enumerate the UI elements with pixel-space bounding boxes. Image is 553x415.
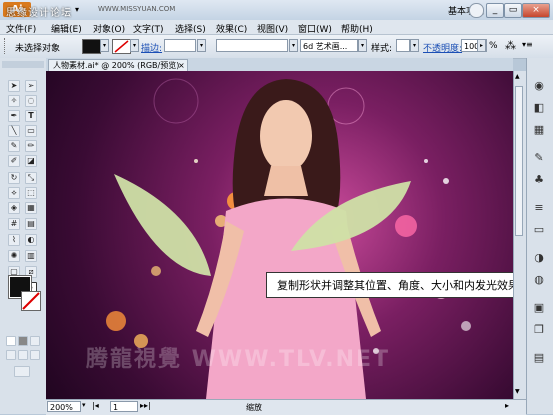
close-button[interactable]: ×: [522, 3, 550, 18]
panel-grip[interactable]: [4, 38, 8, 54]
artboard-canvas[interactable]: 腾龍視覺 WWW.TLV.NET: [46, 71, 513, 399]
canvas-watermark: 腾龍視覺 WWW.TLV.NET: [86, 347, 391, 372]
graphic-styles-icon[interactable]: ▣: [530, 300, 548, 316]
draw-inside-icon[interactable]: [30, 350, 40, 360]
selection-tool-icon[interactable]: ➤: [8, 80, 20, 92]
fill-color-swatch[interactable]: [82, 39, 101, 54]
stroke-weight-arrow[interactable]: ▾: [197, 39, 206, 52]
selection-status: 未选择对象: [15, 44, 61, 54]
eraser-tool-icon[interactable]: ◪: [25, 155, 37, 167]
width-tool-icon[interactable]: ⟡: [8, 187, 20, 199]
swatches-panel-icon[interactable]: ▦: [530, 122, 548, 138]
profile-dropdown-arrow[interactable]: ▾: [289, 39, 298, 52]
mesh-tool-icon[interactable]: #: [8, 218, 20, 230]
panel-menu-icon[interactable]: ▾≡: [522, 40, 533, 49]
next-page-icon[interactable]: ▸▸|: [140, 401, 151, 410]
appearance-panel-icon[interactable]: ◍: [530, 272, 548, 288]
gradient-panel-icon[interactable]: ▭: [530, 222, 548, 238]
paintbrush-tool-icon[interactable]: ✎: [8, 140, 20, 152]
menu-effect[interactable]: 效果(C): [216, 22, 247, 35]
menu-edit[interactable]: 编辑(E): [51, 22, 82, 35]
perspective-grid-tool-icon[interactable]: ▦: [25, 202, 37, 214]
gradient-tool-icon[interactable]: ▤: [25, 218, 37, 230]
style-label: 样式:: [371, 44, 393, 54]
magic-wand-tool-icon[interactable]: ✧: [8, 95, 20, 107]
stroke-weight-field[interactable]: [164, 39, 196, 52]
opacity-arrow[interactable]: ▸: [477, 39, 486, 52]
page-field[interactable]: 1: [110, 401, 138, 412]
opacity-link[interactable]: 不透明度:: [423, 41, 462, 54]
zoom-dropdown-arrow[interactable]: ▾: [82, 401, 86, 409]
scroll-thumb[interactable]: [515, 86, 523, 236]
search-icon[interactable]: [469, 3, 484, 18]
artboards-panel-icon[interactable]: ▤: [530, 350, 548, 366]
tutorial-caption: 复制形状并调整其位置、角度、大小和内发光效果: [266, 272, 546, 298]
scale-tool-icon[interactable]: ⤡: [25, 172, 37, 184]
free-transform-tool-icon[interactable]: ⬚: [25, 187, 37, 199]
screen-mode-icon[interactable]: [14, 366, 30, 377]
brushes-panel-icon[interactable]: ✎: [530, 150, 548, 166]
gradient-mode-icon[interactable]: [18, 336, 28, 346]
tools-panel-header[interactable]: [2, 61, 44, 68]
document-close-icon[interactable]: ×: [178, 61, 185, 70]
scroll-up-arrow[interactable]: ▲: [515, 73, 523, 81]
style-dropdown-arrow[interactable]: ▾: [410, 39, 419, 52]
scroll-down-arrow[interactable]: ▼: [515, 388, 523, 396]
status-menu-arrow[interactable]: ▸: [505, 401, 509, 410]
pencil-tool-icon[interactable]: ✏: [25, 140, 37, 152]
menu-type[interactable]: 文字(T): [133, 22, 164, 35]
stroke-color-swatch[interactable]: [112, 39, 131, 54]
draw-behind-icon[interactable]: [18, 350, 28, 360]
transparency-panel-icon[interactable]: ◑: [530, 250, 548, 266]
no-stroke-icon: [114, 40, 129, 53]
eyedropper-tool-icon[interactable]: ⌇: [8, 234, 20, 246]
restore-button[interactable]: ▭: [504, 3, 522, 18]
color-panel-icon[interactable]: ◉: [530, 78, 548, 94]
color-mode-icon[interactable]: [6, 336, 16, 346]
stroke-swatch[interactable]: [21, 291, 41, 311]
direct-selection-tool-icon[interactable]: ➢: [25, 80, 37, 92]
menu-view[interactable]: 视图(V): [257, 22, 288, 35]
site-url: WWW.MISSYUAN.COM: [98, 5, 176, 13]
none-mode-icon[interactable]: [30, 336, 40, 346]
menu-select[interactable]: 选择(S): [175, 22, 206, 35]
line-tool-icon[interactable]: ╲: [8, 125, 20, 137]
shape-builder-tool-icon[interactable]: ◈: [8, 202, 20, 214]
color-guide-icon[interactable]: ◧: [530, 100, 548, 116]
blob-brush-tool-icon[interactable]: ✐: [8, 155, 20, 167]
fill-dropdown-arrow[interactable]: ▾: [100, 39, 109, 52]
column-graph-tool-icon[interactable]: ▥: [25, 250, 37, 262]
rectangle-tool-icon[interactable]: ▭: [25, 125, 37, 137]
align-icon[interactable]: ⁂: [505, 39, 516, 52]
graphic-style-swatch[interactable]: [396, 39, 410, 52]
menu-object[interactable]: 对象(O): [93, 22, 125, 35]
zoom-field[interactable]: 200%: [47, 401, 81, 412]
brush-definition[interactable]: 6d 艺术画...: [300, 39, 358, 52]
none-icon: [22, 292, 40, 310]
site-watermark: 思缘设计论坛: [6, 8, 72, 19]
stroke-dropdown-arrow[interactable]: ▾: [130, 39, 139, 52]
lasso-tool-icon[interactable]: ◌: [25, 95, 37, 107]
layers-panel-icon[interactable]: ❐: [530, 322, 548, 338]
pen-tool-icon[interactable]: ✒: [8, 110, 20, 122]
rotate-tool-icon[interactable]: ↻: [8, 172, 20, 184]
status-text: 缩放: [246, 403, 262, 412]
document-tab[interactable]: 人物素材.ai* @ 200% (RGB/预览): [48, 59, 188, 71]
opacity-unit: %: [489, 41, 498, 51]
menu-file[interactable]: 文件(F): [6, 22, 36, 35]
variable-width-profile[interactable]: [216, 39, 288, 52]
menu-help[interactable]: 帮助(H): [341, 22, 373, 35]
type-tool-icon[interactable]: T: [25, 110, 37, 122]
symbols-panel-icon[interactable]: ♣: [530, 172, 548, 188]
stroke-panel-icon[interactable]: ≡: [530, 200, 548, 216]
blend-tool-icon[interactable]: ◐: [25, 234, 37, 246]
menu-window[interactable]: 窗口(W): [298, 22, 332, 35]
brush-dropdown-arrow[interactable]: ▾: [358, 39, 367, 52]
bridge-icon[interactable]: ▾: [75, 5, 79, 14]
draw-normal-icon[interactable]: [6, 350, 16, 360]
first-page-icon[interactable]: |◂: [92, 401, 99, 410]
minimize-button[interactable]: _: [486, 3, 504, 18]
stroke-link[interactable]: 描边:: [141, 41, 162, 54]
symbol-sprayer-tool-icon[interactable]: ✺: [8, 250, 20, 262]
